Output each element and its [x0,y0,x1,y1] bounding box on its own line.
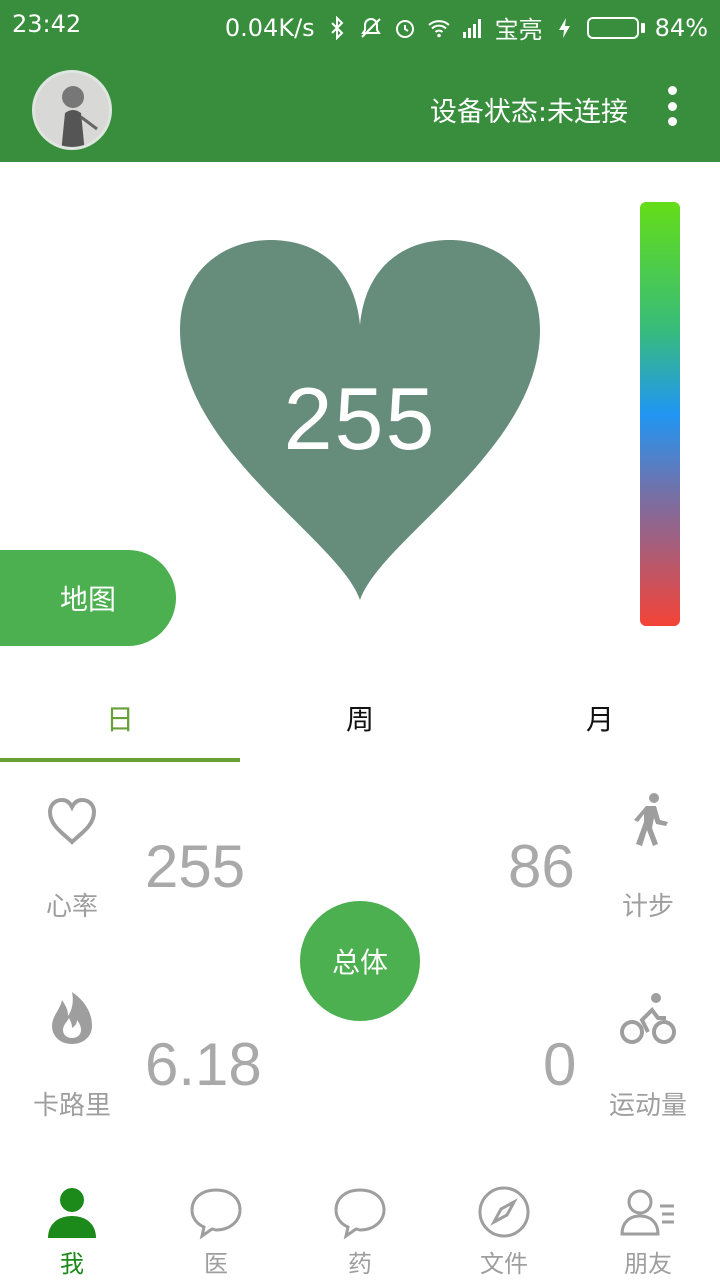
period-tabs: 日 周 月 [0,672,720,762]
contacts-icon [620,1189,674,1236]
cycling-icon [620,993,676,1044]
nav-item-friends[interactable]: 朋友 [576,1176,720,1280]
network-speed: 0.04K/s [224,13,315,42]
heart-rate-value: 255 [283,369,437,468]
total-button[interactable]: 总体 [300,901,420,1021]
nav-label-me: 我 [60,1250,84,1278]
tab-day[interactable]: 日 [0,672,240,762]
nav-item-files[interactable]: 文件 [432,1176,576,1280]
status-right: 0.04K/s 宝亮 84% [225,10,708,45]
color-scale-bar [640,202,680,626]
app-bar: 设备状态:未连接 [0,52,720,162]
steps-stat-value: 86 [508,833,575,900]
more-vert-icon[interactable] [660,86,684,126]
calories-label: 卡路里 [32,1091,111,1121]
alarm-icon [395,19,414,38]
tab-week[interactable]: 周 [240,672,480,762]
steps-label: 计步 [621,892,674,922]
person-icon [48,1188,96,1238]
calories-stat-value: 6.18 [145,1031,262,1098]
charging-icon [558,17,570,38]
chat-bubble-icon [190,1188,242,1240]
nav-label-files: 文件 [480,1250,528,1278]
activity-stat-value: 0 [543,1031,577,1098]
nav-label-friends: 朋友 [624,1250,672,1278]
heart-rate-display: 255 [180,240,540,600]
nav-item-doctor[interactable]: 医 [144,1176,288,1280]
mute-icon [360,17,381,38]
screen: 23:42 0.04K/s 宝亮 84% 设备状态:未连接 255 地图 日 周… [0,0,720,1280]
device-status: 设备状态:未连接 [429,97,628,128]
walking-icon [634,793,668,846]
status-bar: 23:42 0.04K/s 宝亮 84% [0,0,720,52]
tab-month[interactable]: 月 [480,672,720,762]
chat-bubble-icon [334,1188,386,1240]
flame-icon [52,992,92,1044]
heart-outline-icon [47,797,97,845]
heart-rate-label: 心率 [45,892,98,922]
battery-percent: 84% [654,13,708,42]
wifi-icon [427,19,450,37]
heart-rate-stat-value: 255 [145,833,246,900]
bluetooth-icon [330,15,344,40]
carrier-name: 宝亮 [494,16,543,44]
signal-icon [462,18,481,38]
battery-icon [586,16,645,39]
nav-item-medicine[interactable]: 药 [288,1176,432,1280]
map-button[interactable]: 地图 [0,550,176,646]
activity-label: 运动量 [608,1091,687,1121]
status-time: 23:42 [12,10,82,38]
nav-label-medicine: 药 [348,1250,372,1278]
avatar-portrait-icon [35,73,109,147]
nav-label-doctor: 医 [204,1250,228,1278]
avatar[interactable] [32,70,112,150]
bottom-nav: 我 医 药 文件 朋友 [0,1176,720,1280]
compass-icon [478,1186,530,1238]
nav-item-me[interactable]: 我 [0,1176,144,1280]
